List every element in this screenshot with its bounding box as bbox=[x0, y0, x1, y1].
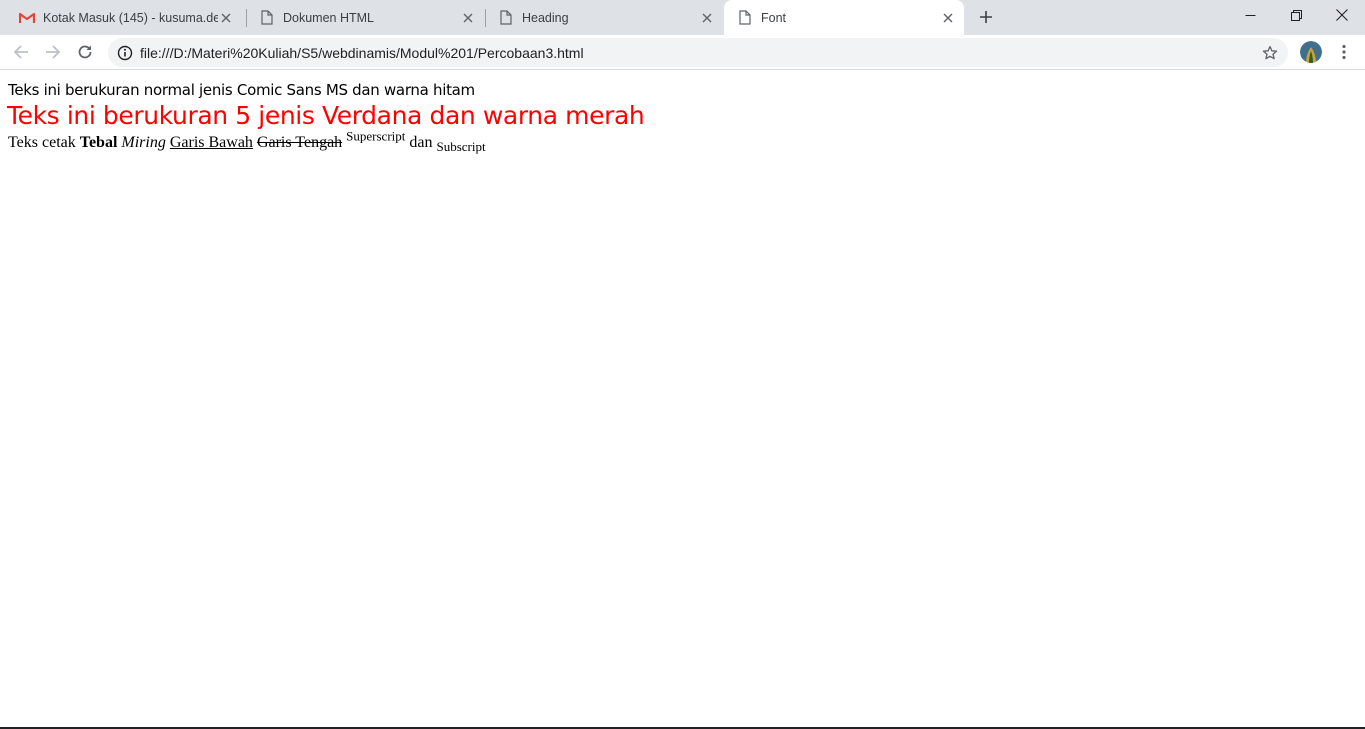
gmail-icon bbox=[19, 10, 35, 26]
prefix-text: Teks cetak bbox=[8, 134, 76, 151]
forward-button[interactable] bbox=[40, 39, 66, 65]
close-icon[interactable] bbox=[218, 10, 234, 26]
subscript-text: Subscript bbox=[436, 139, 486, 155]
minimize-button[interactable] bbox=[1227, 0, 1273, 30]
italic-text: Miring bbox=[121, 134, 166, 151]
tab-gmail[interactable]: Kotak Masuk (145) - kusuma.deb bbox=[10, 0, 242, 35]
url-text[interactable]: file:///D:/Materi%20Kuliah/S5/webdinamis… bbox=[140, 45, 1260, 61]
document-icon bbox=[498, 10, 514, 26]
address-bar[interactable]: file:///D:/Materi%20Kuliah/S5/webdinamis… bbox=[108, 38, 1288, 67]
strikethrough-text: Garis Tengah bbox=[256, 134, 343, 151]
tab-strip: Kotak Masuk (145) - kusuma.deb Dokumen H… bbox=[0, 0, 1365, 35]
page-content: Teks ini berukuran normal jenis Comic Sa… bbox=[0, 71, 1365, 727]
tab-heading[interactable]: Heading bbox=[489, 0, 723, 35]
bookmark-star-icon[interactable] bbox=[1260, 43, 1280, 63]
tab-title: Heading bbox=[522, 10, 569, 25]
superscript-text: Superscript bbox=[346, 128, 406, 144]
connector-text: dan bbox=[409, 134, 433, 151]
close-icon[interactable] bbox=[940, 10, 956, 26]
underline-text: Garis Bawah bbox=[169, 134, 253, 151]
close-icon[interactable] bbox=[699, 10, 715, 26]
close-window-button[interactable] bbox=[1319, 0, 1365, 30]
back-button[interactable] bbox=[8, 39, 34, 65]
restore-button[interactable] bbox=[1273, 0, 1319, 30]
info-icon[interactable] bbox=[117, 45, 133, 61]
new-tab-button[interactable] bbox=[974, 5, 998, 29]
tab-title: Kotak Masuk (145) - kusuma.deb bbox=[43, 10, 218, 25]
reload-button[interactable] bbox=[72, 39, 98, 65]
tab-title: Dokumen HTML bbox=[283, 10, 374, 25]
tab-title: Font bbox=[761, 10, 787, 25]
comic-sans-text: Teks ini berukuran normal jenis Comic Sa… bbox=[8, 81, 475, 99]
profile-avatar[interactable] bbox=[1300, 41, 1322, 63]
tab-separator bbox=[485, 9, 486, 27]
document-icon bbox=[259, 10, 275, 26]
text-formatting-line: Teks cetak Tebal Miring Garis Bawah Gari… bbox=[8, 130, 486, 155]
bold-text: Tebal bbox=[79, 134, 118, 151]
tab-dokumen-html[interactable]: Dokumen HTML bbox=[250, 0, 484, 35]
tab-separator bbox=[246, 9, 247, 27]
toolbar: file:///D:/Materi%20Kuliah/S5/webdinamis… bbox=[0, 35, 1365, 70]
document-icon bbox=[737, 10, 753, 26]
tab-font[interactable]: Font bbox=[724, 0, 964, 35]
more-menu-icon[interactable] bbox=[1334, 41, 1354, 63]
verdana-red-text: Teks ini berukuran 5 jenis Verdana dan w… bbox=[7, 101, 645, 130]
close-icon[interactable] bbox=[460, 10, 476, 26]
